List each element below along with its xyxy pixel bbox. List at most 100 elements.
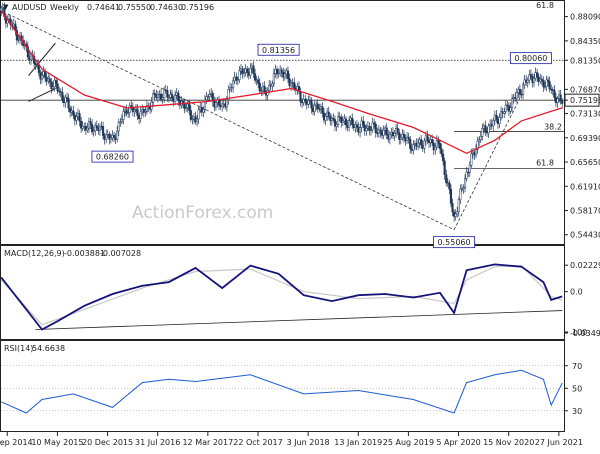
macd-value-main: -0.003881 [64,249,105,258]
candle-body [174,95,177,102]
candle-body [355,124,358,128]
candle-body [526,79,529,83]
candle-body [225,99,228,108]
x-tick-label: 31 Jul 2016 [135,438,180,447]
candle-body [61,92,64,100]
candle-body [440,148,443,155]
candle-body [163,89,166,99]
price-tick-label: 0.61910 [570,182,600,191]
price-layer [0,2,564,222]
candle-body [133,109,136,113]
candle-body [120,119,123,123]
candle-body [56,83,59,92]
macd-value-signal: -0.007028 [100,249,141,258]
price-tick-label: 0.75196 [570,96,600,105]
candle-body [232,80,235,88]
candle-body [449,188,453,204]
candle-body [426,135,429,141]
candle-body [344,118,348,126]
macd-trendline [35,310,563,330]
macd-panel-frame [0,245,565,340]
candle-body [542,79,545,88]
price-tick-label: 0.88090 [570,13,600,22]
macd-signal-line [0,264,563,326]
candle-body [451,203,454,213]
candle-body [249,67,252,76]
candle-body [197,109,200,120]
candle-body [89,121,92,125]
rsi-line [0,369,563,414]
x-tick-label: 20 Dec 2015 [82,438,133,447]
rsi-layer [0,365,564,414]
candle-body [327,111,330,118]
candle-body [416,142,420,147]
candle-body [116,130,119,140]
x-tick-label: 25 Aug 2019 [383,438,434,447]
candle-body [529,74,532,77]
candle-body [457,199,460,212]
candle-body [479,136,482,140]
candle-body [280,69,283,73]
candle-body [438,142,442,149]
candle-body [348,120,351,128]
x-tick-label: 15 Nov 2020 [483,438,534,447]
candle-body [156,94,159,98]
candle-body [385,127,388,136]
candle-body [553,89,556,98]
candle-body [202,109,205,113]
candle-body [44,71,47,78]
x-tick-label: 12 Mar 2017 [182,438,233,447]
annotation-label: 0.68260 [96,153,129,162]
candle-body [316,103,319,109]
ohlc-open: 0.74641 [87,3,120,12]
candle-body [365,127,368,132]
candle-body [431,139,434,144]
candle-body [78,113,81,122]
candle-body [67,98,70,109]
candle-body [0,7,3,11]
candle-body [434,146,437,151]
watermark: ActionForex.com [132,203,273,223]
candle-body [464,178,467,188]
fib-label-top: 61.8 [536,1,554,10]
candle-body [443,160,446,175]
candle-body [304,98,307,102]
candle-body [454,213,457,217]
rsi-tick-label: 100 [572,328,587,337]
macd-layer [0,263,563,331]
candle-body [293,82,296,89]
candle-body [492,120,495,127]
candle-body [112,135,116,138]
candle-body [337,116,340,125]
x-tick-label: 28 Sep 2014 [0,438,33,447]
candle-body [40,74,44,80]
ohlc-high: 0.75550 [118,3,151,12]
candle-body [351,117,354,125]
candle-body [196,118,199,123]
price-tick-label: 0.81350 [570,56,600,65]
candle-body [246,68,249,73]
candle-body [498,117,501,124]
candle-body [456,211,459,215]
candle-body [177,92,180,101]
candle-body [396,127,399,133]
candle-body [412,144,415,151]
candle-body [136,108,139,117]
candle-body [388,133,391,140]
candle-body [532,77,536,83]
candle-body [217,99,221,106]
candle-body [102,126,105,136]
rsi-value: 54.6638 [32,344,65,353]
candle-body [402,133,405,139]
price-tick-label: 0.58170 [570,206,600,215]
x-tick-label: 22 Oct 2017 [233,438,282,447]
candle-body [548,81,551,90]
uptrend-line [453,94,522,230]
price-tick-label: 0.76870 [570,85,600,94]
candle-body [487,125,490,134]
timeframe-label: Weekly [50,3,79,12]
candle-body [409,138,412,149]
candle-body [382,129,385,136]
candle-body [166,90,169,98]
candle-body [362,120,365,126]
